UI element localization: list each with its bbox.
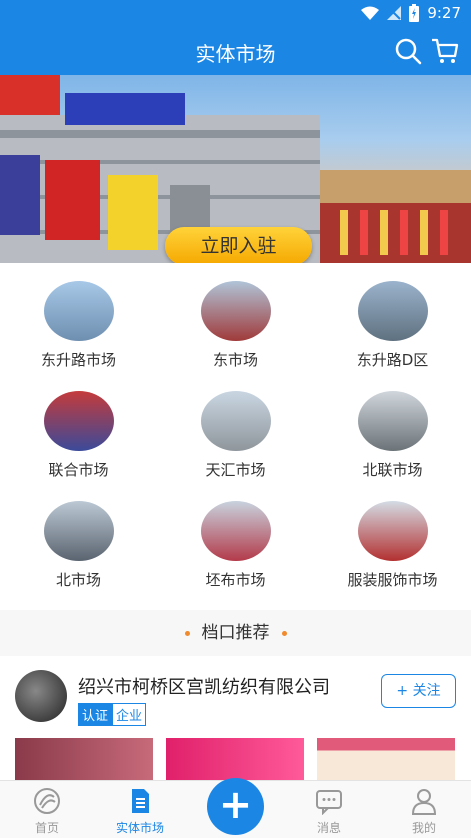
tab-label: 消息 xyxy=(316,821,341,835)
tab-home[interactable]: 首页 xyxy=(7,781,87,836)
market-label: 天汇市场 xyxy=(205,461,266,479)
market-thumbnail xyxy=(43,501,114,561)
market-thumbnail xyxy=(357,501,428,561)
market-thumbnail xyxy=(43,281,114,341)
battery-icon xyxy=(409,4,420,22)
market-item-tianhui[interactable]: 天汇市场 xyxy=(157,373,314,483)
market-item-dongshenglu-d[interactable]: 东升路D区 xyxy=(314,263,471,373)
market-item-dongshenglu[interactable]: 东升路市场 xyxy=(0,263,157,373)
certification-badge: 认证 企业 xyxy=(78,703,147,726)
market-label: 北联市场 xyxy=(362,461,423,479)
market-label: 东市场 xyxy=(212,351,258,369)
plus-icon: + xyxy=(218,782,253,828)
no-signal-icon xyxy=(387,6,402,20)
market-banner[interactable]: 立即入驻 xyxy=(0,75,471,263)
market-icon xyxy=(132,789,149,813)
search-icon[interactable] xyxy=(393,36,423,66)
market-item-beilian[interactable]: 北联市场 xyxy=(314,373,471,483)
decor-dot xyxy=(281,630,287,636)
decor-dot xyxy=(184,630,190,636)
market-thumbnail xyxy=(357,391,428,451)
market-thumbnail xyxy=(200,501,271,561)
cert-label: 认证 xyxy=(78,703,113,726)
tab-profile[interactable]: 我的 xyxy=(384,781,464,836)
profile-icon xyxy=(411,789,437,815)
tab-market[interactable]: 实体市场 xyxy=(100,781,180,836)
market-item-bei[interactable]: 北市场 xyxy=(0,483,157,593)
market-grid: 东升路市场 东市场 东升路D区 联合市场 天汇市场 北联市场 北市场 坯布市场 … xyxy=(0,263,471,610)
publish-button[interactable]: + xyxy=(207,778,264,835)
shop-avatar xyxy=(15,670,67,722)
top-nav-bar: 实体市场 xyxy=(0,28,471,75)
cert-type: 企业 xyxy=(112,703,147,726)
market-thumbnail xyxy=(43,391,114,451)
section-heading: 档口推荐 xyxy=(0,610,471,656)
tab-label: 首页 xyxy=(34,821,59,835)
market-label: 北市场 xyxy=(55,571,101,589)
cart-icon[interactable] xyxy=(430,36,460,66)
market-item-pibu[interactable]: 坯布市场 xyxy=(157,483,314,593)
follow-button[interactable]: + 关注 xyxy=(381,674,456,708)
market-item-lianhe[interactable]: 联合市场 xyxy=(0,373,157,483)
tab-label: 我的 xyxy=(411,821,436,835)
market-label: 坯布市场 xyxy=(205,571,266,589)
market-label: 东升路市场 xyxy=(40,351,116,369)
product-thumbnail[interactable] xyxy=(166,738,304,780)
market-label: 服装服饰市场 xyxy=(347,571,438,589)
product-thumbnail[interactable] xyxy=(317,738,455,780)
market-thumbnail xyxy=(357,281,428,341)
join-now-button[interactable]: 立即入驻 xyxy=(165,227,312,263)
status-bar: 9:27 xyxy=(0,0,471,28)
tab-messages[interactable]: 消息 xyxy=(289,781,369,836)
market-item-dong[interactable]: 东市场 xyxy=(157,263,314,373)
market-item-fuzhuang[interactable]: 服装服饰市场 xyxy=(314,483,471,593)
home-icon xyxy=(34,788,60,814)
shop-card[interactable]: 绍兴市柯桥区宫凯纺织有限公司 认证 企业 + 关注 xyxy=(0,656,471,780)
market-label: 东升路D区 xyxy=(356,351,429,369)
market-thumbnail xyxy=(200,281,271,341)
shop-name: 绍兴市柯桥区宫凯纺织有限公司 xyxy=(78,677,330,698)
status-time: 9:27 xyxy=(427,4,461,22)
market-thumbnail xyxy=(200,391,271,451)
wifi-icon xyxy=(361,6,380,20)
message-icon xyxy=(316,790,342,816)
market-label: 联合市场 xyxy=(48,461,109,479)
section-title: 档口推荐 xyxy=(201,623,270,643)
product-thumbnail[interactable] xyxy=(15,738,153,780)
tab-label: 实体市场 xyxy=(115,821,164,835)
